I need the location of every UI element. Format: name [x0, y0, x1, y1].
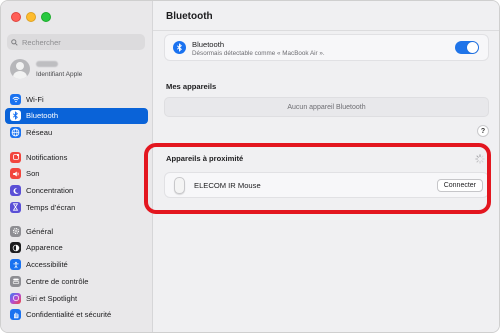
- search-icon: [11, 38, 18, 46]
- window-controls: [11, 12, 51, 22]
- main-pane: Bluetooth Bluetooth Désormais détectable…: [153, 1, 499, 332]
- sidebar-item-control-center[interactable]: Centre de contrôle: [5, 273, 148, 289]
- gear-icon: [10, 225, 21, 237]
- sidebar-item-label: Réseau: [26, 128, 53, 138]
- hourglass-icon: [10, 201, 21, 213]
- bluetooth-discoverable-text: Désormais détectable comme « MacBook Air…: [192, 50, 325, 57]
- sidebar-item-notifications[interactable]: Notifications: [5, 149, 148, 165]
- help-button[interactable]: ?: [477, 125, 489, 137]
- hand-icon: [10, 309, 21, 321]
- no-devices-text: Aucun appareil Bluetooth: [287, 103, 366, 111]
- control-center-icon: [10, 275, 21, 287]
- my-devices-heading: Mes appareils: [166, 82, 217, 91]
- zoom-button[interactable]: [41, 12, 51, 22]
- sidebar-item-label: Wi-Fi: [26, 94, 44, 104]
- wifi-icon: [10, 93, 21, 105]
- sidebar-item-label: Confidentialité et sécurité: [26, 310, 112, 320]
- sidebar-item-screen-time[interactable]: Temps d’écran: [5, 199, 148, 215]
- account[interactable]: Identifiant Apple: [10, 59, 82, 79]
- account-subtitle: Identifiant Apple: [36, 70, 83, 78]
- bluetooth-card: Bluetooth Désormais détectable comme « M…: [164, 34, 489, 61]
- bell-icon: [10, 151, 21, 163]
- sidebar-item-general[interactable]: Général: [5, 223, 148, 239]
- moon-icon: [10, 185, 21, 197]
- connect-button[interactable]: Connecter: [436, 179, 483, 192]
- sidebar-group-focus: Notifications Son Concentration Temps d’…: [5, 149, 148, 216]
- sidebar-item-label: Accessibilité: [26, 260, 68, 270]
- sidebar-item-privacy-security[interactable]: Confidentialité et sécurité: [5, 307, 148, 323]
- sidebar-item-label: Apparence: [26, 243, 63, 253]
- sidebar-item-label: Siri et Spotlight: [26, 293, 78, 303]
- sidebar-item-label: Bluetooth: [26, 111, 59, 121]
- bluetooth-icon: [10, 110, 21, 122]
- bluetooth-toggle[interactable]: [455, 41, 479, 54]
- appearance-icon: [10, 242, 21, 254]
- sidebar-item-focus[interactable]: Concentration: [5, 183, 148, 199]
- help-label: ?: [480, 127, 486, 135]
- sidebar-item-wifi[interactable]: Wi-Fi: [5, 91, 148, 107]
- sidebar-item-accessibility[interactable]: Accessibilité: [5, 257, 148, 273]
- speaker-icon: [10, 168, 21, 180]
- close-button[interactable]: [11, 12, 21, 22]
- bluetooth-title: Bluetooth: [192, 40, 225, 49]
- avatar: [10, 59, 30, 79]
- title-divider: [153, 30, 499, 31]
- search-placeholder: Rechercher: [22, 37, 61, 47]
- nearby-devices-heading: Appareils à proximité: [166, 154, 244, 163]
- search-input[interactable]: Rechercher: [7, 34, 145, 50]
- globe-icon: [10, 127, 21, 139]
- sidebar-item-bluetooth[interactable]: Bluetooth: [5, 107, 148, 124]
- device-name: ELECOM IR Mouse: [194, 181, 261, 190]
- loading-spinner-icon: [475, 154, 485, 164]
- sidebar-item-sound[interactable]: Son: [5, 166, 148, 182]
- mouse-icon: [174, 177, 185, 194]
- accessibility-icon: [10, 259, 21, 271]
- no-devices-placeholder: Aucun appareil Bluetooth: [164, 97, 489, 117]
- sidebar-item-label: Notifications: [26, 152, 68, 162]
- sidebar-item-label: Général: [26, 226, 54, 236]
- sidebar-item-label: Temps d’écran: [26, 202, 76, 212]
- sidebar-item-label: Son: [26, 169, 40, 179]
- page-title: Bluetooth: [166, 11, 213, 22]
- sidebar-item-label: Concentration: [26, 186, 74, 196]
- sidebar-item-network[interactable]: Réseau: [5, 125, 148, 141]
- sidebar-item-appearance[interactable]: Apparence: [5, 240, 148, 256]
- nearby-device-row: ELECOM IR Mouse Connecter: [164, 172, 489, 198]
- account-name-redacted: [36, 60, 58, 67]
- sidebar-group-system: Général Apparence Accessibilité Centre d…: [5, 223, 148, 324]
- sidebar-item-siri-spotlight[interactable]: Siri et Spotlight: [5, 290, 148, 306]
- sidebar-group-network: Wi-Fi Bluetooth Réseau: [5, 91, 148, 141]
- bluetooth-icon: [173, 41, 186, 54]
- sidebar-item-label: Centre de contrôle: [26, 276, 89, 286]
- siri-icon: [10, 292, 21, 304]
- settings-window: Rechercher Identifiant Apple Wi-Fi Bluet…: [0, 0, 500, 333]
- sidebar: Rechercher Identifiant Apple Wi-Fi Bluet…: [1, 1, 153, 332]
- minimize-button[interactable]: [26, 12, 36, 22]
